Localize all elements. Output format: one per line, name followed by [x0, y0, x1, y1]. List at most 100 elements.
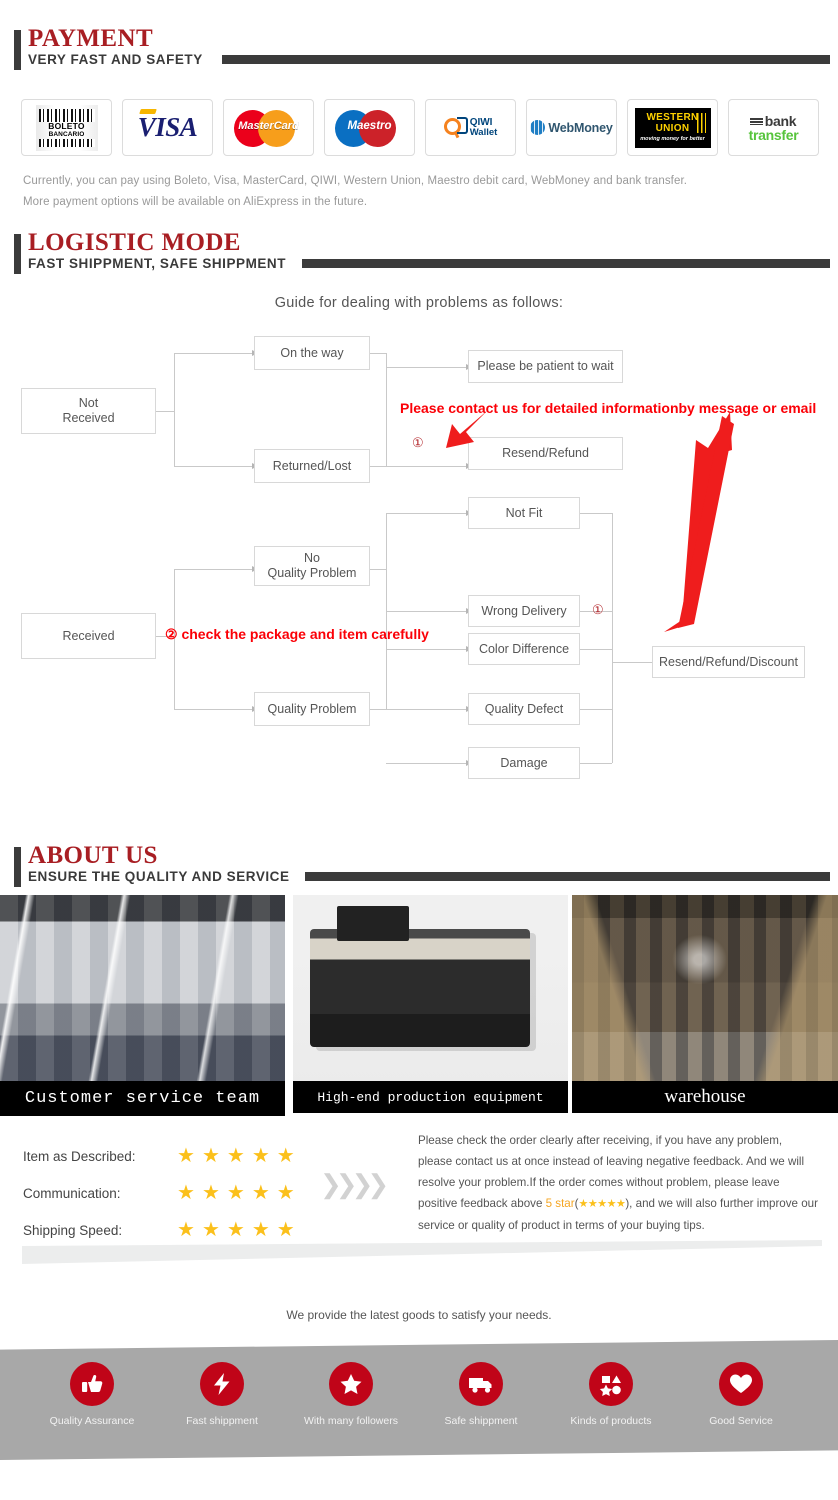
feature-label: Safe shippment	[444, 1415, 518, 1427]
connector	[370, 709, 386, 710]
payment-title: PAYMENT	[28, 25, 154, 52]
thumbs-up-icon	[70, 1362, 114, 1406]
marker-one-left: ①	[412, 435, 424, 450]
visa-logo: VISA	[122, 99, 213, 156]
webmoney-logo: WebMoney	[526, 99, 617, 156]
bank-transfer-line1: bank	[749, 114, 797, 128]
logistic-title: LOGISTIC MODE	[28, 229, 241, 256]
chevrons-right-icon: ❯❯❯❯	[320, 1169, 389, 1199]
customer-service-team-caption: Customer service team	[0, 1081, 285, 1116]
rating-row-item-as-described: Item as Described: ★ ★ ★ ★ ★	[23, 1146, 295, 1166]
warehouse-photo	[572, 895, 838, 1085]
payment-subtitle: VERY FAST AND SAFETY	[28, 52, 203, 67]
qiwi-wallet-logo: QIWI Wallet	[425, 99, 516, 156]
logistic-subtitle: FAST SHIPPMENT, SAFE SHIPPMENT	[28, 256, 287, 271]
barcode-icon-bottom	[38, 138, 95, 147]
about-section-header: ABOUT US ENSURE THE QUALITY AND SERVICE	[0, 842, 838, 889]
header-accent-bar	[14, 847, 21, 887]
feature-many-followers: With many followers	[296, 1362, 406, 1427]
flowbox-quality-problem: Quality Problem	[254, 692, 370, 726]
footer-tagline: We provide the latest goods to satisfy y…	[286, 1308, 552, 1322]
flowbox-color-difference: Color Difference	[468, 633, 580, 665]
problem-flowchart: Guide for dealing with problems as follo…	[0, 290, 838, 800]
connector	[580, 513, 612, 514]
payment-methods-row: BOLETO BANCARIO VISA MasterCard Maestro	[21, 99, 819, 156]
boleto-line1: BOLETO	[48, 120, 85, 131]
feature-fast-shipment: Fast shippment	[167, 1362, 277, 1427]
warehouse-caption: warehouse	[572, 1081, 838, 1113]
feature-label: With many followers	[304, 1415, 398, 1427]
rating-label: Communication:	[23, 1185, 121, 1201]
marker-one-right: ①	[592, 602, 604, 617]
about-title: ABOUT US	[28, 842, 158, 869]
about-photo-gallery: Customer service team High-end productio…	[0, 895, 838, 1116]
bank-transfer-logo: bank transfer	[728, 99, 819, 156]
connector	[386, 466, 466, 467]
check-package-note: ② check the package and item carefully	[165, 626, 429, 643]
connector	[386, 513, 466, 514]
rating-stars: ★ ★ ★ ★ ★	[177, 1219, 295, 1241]
connector	[580, 763, 612, 764]
feature-safe-shipment: Safe shippment	[426, 1362, 536, 1427]
production-equipment-photo	[293, 895, 568, 1085]
qiwi-line1: QIWI	[469, 116, 493, 128]
connector	[612, 513, 613, 763]
feedback-highlight: 5 star	[545, 1197, 575, 1210]
header-accent-bar	[14, 30, 21, 70]
connector	[386, 649, 466, 650]
connector	[386, 763, 466, 764]
connector	[174, 569, 252, 570]
wu-line1: WESTERN	[646, 111, 699, 123]
header-accent-bar	[14, 234, 21, 274]
connector	[370, 466, 386, 467]
flowbox-on-the-way: On the way	[254, 336, 370, 370]
feedback-message: Please check the order clearly after rec…	[418, 1130, 818, 1236]
flowbox-wrong-delivery: Wrong Delivery	[468, 595, 580, 627]
feature-label: Kinds of products	[570, 1415, 652, 1427]
connector	[386, 611, 466, 612]
header-rule	[305, 872, 830, 881]
payment-note-line1: Currently, you can pay using Boleto, Vis…	[23, 175, 688, 187]
connector	[370, 569, 386, 570]
connector	[386, 709, 466, 710]
payment-note-line2: More payment options will be available o…	[23, 196, 368, 208]
customer-service-team-photo	[0, 895, 285, 1085]
connector	[174, 353, 175, 466]
footer-feature-banner: Quality Assurance Fast shippment With ma…	[0, 1340, 838, 1460]
feature-label: Quality Assurance	[49, 1415, 135, 1427]
mastercard-wordmark: MasterCard	[238, 119, 299, 132]
flowbox-not-fit: Not Fit	[468, 497, 580, 529]
connector	[174, 709, 252, 710]
maestro-wordmark: Maestro	[347, 119, 392, 132]
rating-stars: ★ ★ ★ ★ ★	[177, 1182, 295, 1204]
marker-two: ②	[165, 626, 178, 642]
webmoney-wordmark: WebMoney	[548, 120, 613, 135]
mastercard-logo: MasterCard	[223, 99, 314, 156]
lightning-bolt-icon	[200, 1362, 244, 1406]
flowbox-received: Received	[21, 613, 156, 659]
about-subtitle: ENSURE THE QUALITY AND SERVICE	[28, 869, 290, 884]
production-equipment-caption: High-end production equipment	[293, 1081, 568, 1113]
connector	[386, 353, 387, 466]
rating-row-communication: Communication: ★ ★ ★ ★ ★	[23, 1183, 295, 1203]
flowbox-returned-lost: Returned/Lost	[254, 449, 370, 483]
feedback-inline-stars: ★★★★★	[578, 1198, 626, 1210]
feature-label: Good Service	[709, 1415, 773, 1427]
connector	[580, 709, 612, 710]
product-description-page: PAYMENT VERY FAST AND SAFETY BOLETO BANC…	[0, 0, 838, 1500]
qiwi-mark-icon	[443, 116, 468, 139]
shapes-icon	[589, 1362, 633, 1406]
rating-label: Shipping Speed:	[23, 1222, 123, 1238]
visa-wordmark: VISA	[137, 112, 198, 142]
globe-icon	[530, 120, 546, 135]
truck-icon	[459, 1362, 503, 1406]
feature-label: Fast shippment	[186, 1415, 258, 1427]
heart-icon	[719, 1362, 763, 1406]
flowbox-not-received: Not Received	[21, 388, 156, 434]
flowbox-quality-defect: Quality Defect	[468, 693, 580, 725]
connector	[174, 466, 252, 467]
rating-row-shipping-speed: Shipping Speed: ★ ★ ★ ★ ★	[23, 1220, 295, 1240]
rating-label: Item as Described:	[23, 1148, 136, 1164]
rating-stars: ★ ★ ★ ★ ★	[177, 1145, 295, 1167]
boleto-bancario-logo: BOLETO BANCARIO	[21, 99, 112, 156]
